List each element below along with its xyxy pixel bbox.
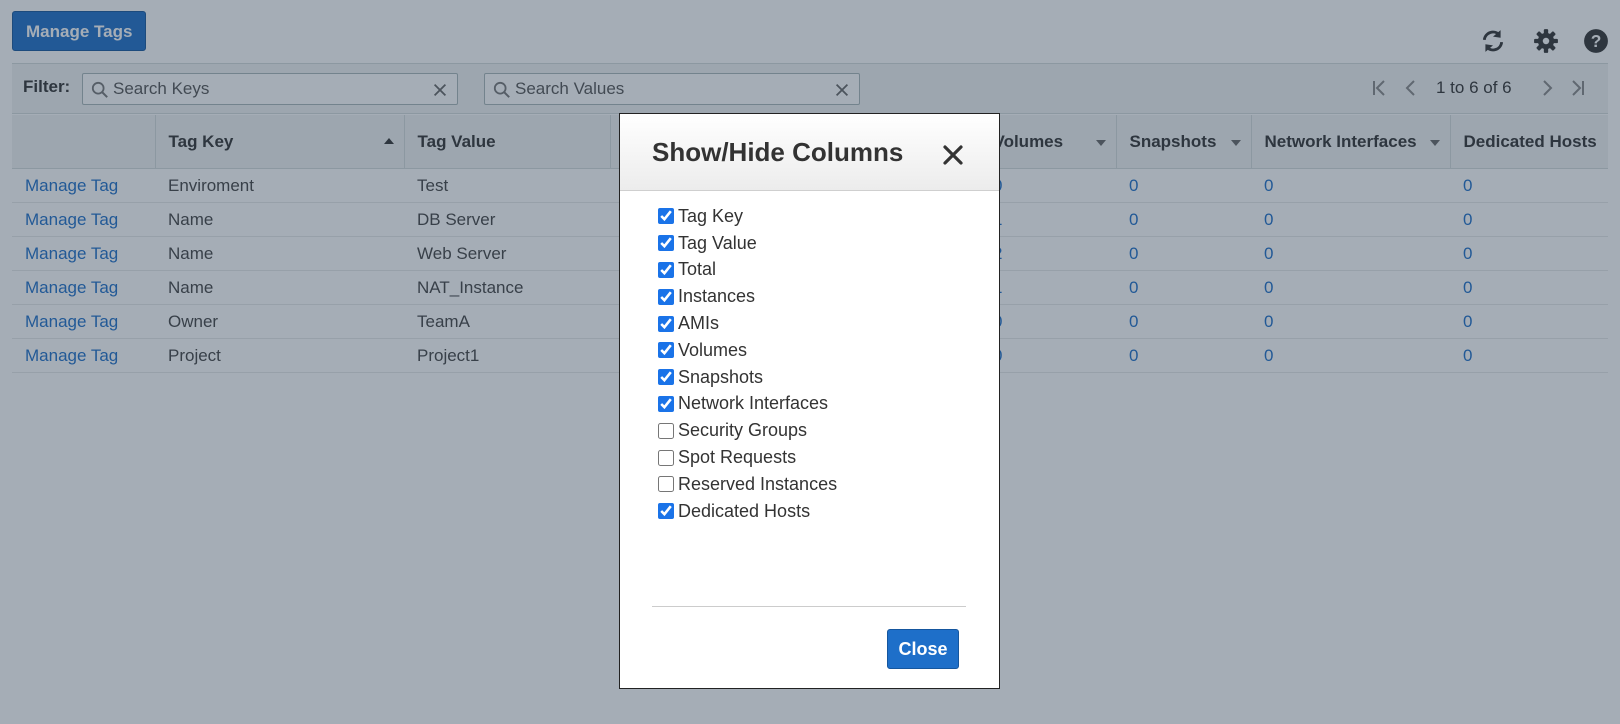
- column-option-label: Tag Key: [678, 205, 744, 226]
- column-option[interactable]: Volumes: [658, 337, 837, 364]
- column-option[interactable]: Snapshots: [658, 364, 837, 391]
- column-option-label: Total: [678, 259, 717, 280]
- column-checkbox[interactable]: [658, 342, 674, 359]
- column-checkbox[interactable]: [658, 369, 674, 386]
- column-checkbox[interactable]: [658, 261, 674, 278]
- column-option-label: AMIs: [678, 313, 720, 334]
- column-option[interactable]: AMIs: [658, 310, 837, 337]
- column-checkbox[interactable]: [658, 476, 674, 493]
- column-option-label: Spot Requests: [678, 447, 797, 468]
- column-option[interactable]: Tag Key: [658, 203, 837, 230]
- column-checkbox[interactable]: [658, 449, 674, 466]
- column-option-label: Dedicated Hosts: [678, 500, 811, 521]
- column-option[interactable]: Dedicated Hosts: [658, 498, 837, 525]
- column-option-label: Reserved Instances: [678, 473, 838, 494]
- column-option[interactable]: Network Interfaces: [658, 391, 837, 418]
- column-option[interactable]: Total: [658, 257, 837, 284]
- column-option[interactable]: Instances: [658, 283, 837, 310]
- column-option-label: Tag Value: [678, 232, 757, 253]
- dialog-title: Show/Hide Columns: [652, 137, 904, 167]
- column-checkbox[interactable]: [658, 422, 674, 439]
- show-hide-columns-dialog: Show/Hide Columns Tag Key Tag Value Total I…: [619, 113, 1000, 689]
- column-option-label: Volumes: [678, 339, 748, 360]
- column-checkbox[interactable]: [658, 315, 674, 332]
- column-option[interactable]: Tag Value: [658, 230, 837, 257]
- column-checkbox[interactable]: [658, 395, 674, 412]
- column-options-list: Tag Key Tag Value Total Instances AMIs Volume…: [658, 203, 837, 525]
- close-icon[interactable]: [942, 144, 964, 166]
- column-checkbox[interactable]: [658, 288, 674, 305]
- column-option-label: Instances: [678, 286, 756, 307]
- column-option-label: Security Groups: [678, 420, 808, 441]
- column-checkbox[interactable]: [658, 208, 674, 225]
- dialog-header: Show/Hide Columns: [620, 114, 999, 191]
- dialog-divider: [652, 606, 966, 607]
- column-option-label: Snapshots: [678, 366, 764, 387]
- close-button[interactable]: Close: [887, 629, 959, 669]
- column-checkbox[interactable]: [658, 235, 674, 252]
- column-checkbox[interactable]: [658, 503, 674, 520]
- column-option[interactable]: Security Groups: [658, 417, 837, 444]
- column-option-label: Network Interfaces: [678, 393, 829, 414]
- column-option[interactable]: Reserved Instances: [658, 471, 837, 498]
- column-option[interactable]: Spot Requests: [658, 444, 837, 471]
